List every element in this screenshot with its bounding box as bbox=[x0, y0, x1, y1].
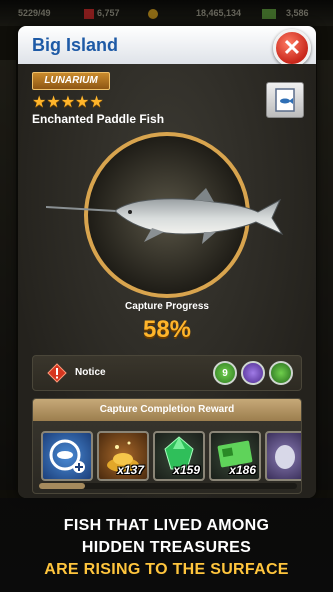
rarity-badge: LUNARIUM bbox=[32, 72, 110, 90]
reward-title: Capture Completion Reward bbox=[33, 399, 301, 421]
reward-count-coins: x137 bbox=[117, 463, 144, 477]
notice-label: Notice bbox=[75, 367, 106, 378]
promo-line-2: HIDDEN TREASURES bbox=[81, 539, 252, 556]
promo-line-1: FISH THAT LIVED AMONG bbox=[63, 517, 270, 534]
fish-book-button[interactable] bbox=[266, 82, 304, 118]
fish-detail-panel: Big Island ✕ LUNARIUM ★★★★★ Enchanted Pa… bbox=[18, 26, 316, 498]
bait-icon-2[interactable] bbox=[241, 361, 265, 385]
fish-slot-plus-icon bbox=[49, 439, 85, 473]
reward-scrollbar-thumb[interactable] bbox=[39, 483, 85, 489]
close-x-icon: ✕ bbox=[282, 35, 302, 60]
capture-reward-box: Capture Completion Reward x137 x159 x186 bbox=[32, 398, 302, 494]
fish-name: Enchanted Paddle Fish bbox=[32, 112, 165, 126]
reward-item-fish-slot[interactable] bbox=[41, 431, 93, 481]
panel-header: Big Island bbox=[18, 26, 316, 64]
reward-count-tickets: x186 bbox=[229, 463, 256, 477]
bait-icon-1[interactable]: 9 bbox=[213, 361, 237, 385]
capture-progress-value: 58% bbox=[142, 316, 192, 343]
bait-icon-3[interactable] bbox=[269, 361, 293, 385]
panel-title: Big Island bbox=[32, 35, 119, 55]
reward-count-gems: x159 bbox=[173, 463, 200, 477]
reward-item-mystery[interactable] bbox=[265, 431, 301, 481]
paddle-fish-image bbox=[46, 188, 284, 244]
fish-book-icon bbox=[275, 88, 295, 112]
star-rating: ★★★★★ bbox=[32, 94, 104, 111]
capture-progress-label: Capture Progress bbox=[125, 301, 209, 312]
promo-line-3: ARE RISING TO THE SURFACE bbox=[44, 561, 289, 578]
reward-scrollbar[interactable] bbox=[39, 483, 297, 489]
reward-item-tickets[interactable]: x186 bbox=[209, 431, 261, 481]
mystery-item-icon bbox=[275, 445, 295, 469]
close-button[interactable]: ✕ bbox=[273, 29, 311, 67]
notice-bar[interactable]: Notice 9 bbox=[32, 355, 302, 391]
warning-icon bbox=[47, 363, 67, 383]
promo-banner: FISH THAT LIVED AMONG HIDDEN TREASURES A… bbox=[0, 498, 333, 592]
reward-item-coins[interactable]: x137 bbox=[97, 431, 149, 481]
reward-item-gems[interactable]: x159 bbox=[153, 431, 205, 481]
